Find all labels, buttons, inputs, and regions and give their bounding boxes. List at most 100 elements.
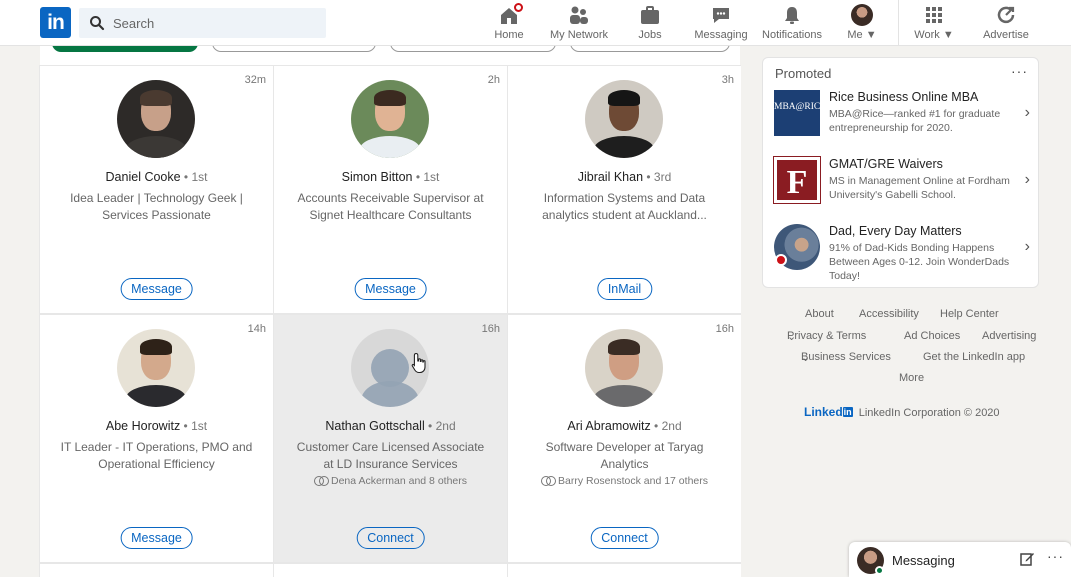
- more-options-icon[interactable]: ···: [1011, 63, 1028, 79]
- nav-jobs-label: Jobs: [638, 29, 662, 41]
- person-card[interactable]: [508, 564, 741, 577]
- linkedin-logo[interactable]: in: [40, 7, 71, 38]
- more-options-icon[interactable]: ···: [1047, 548, 1064, 564]
- grid-icon: [923, 4, 945, 26]
- footer-ad-choices[interactable]: Ad Choices: [904, 330, 960, 342]
- nav-work-label: Work: [914, 29, 940, 41]
- footer-business-services[interactable]: Business Services: [801, 351, 891, 363]
- chevron-right-icon: ›: [1024, 171, 1030, 188]
- message-button[interactable]: Message: [120, 278, 193, 300]
- person-card[interactable]: 16h Nathan Gottschall • 2nd Customer Car…: [274, 315, 507, 562]
- nav-jobs[interactable]: Jobs: [632, 4, 668, 42]
- footer-privacy-terms[interactable]: Privacy & Terms: [787, 330, 866, 342]
- nav-messaging-label: Messaging: [694, 29, 748, 41]
- connect-button[interactable]: Connect: [356, 527, 425, 549]
- caret-down-icon: ▼: [865, 29, 877, 41]
- person-card[interactable]: 14h Abe Horowitz • 1st IT Leader - IT Op…: [40, 315, 273, 562]
- chevron-down-icon: ⌄: [801, 352, 811, 364]
- person-card[interactable]: 3h Jibrail Khan • 3rd Information System…: [508, 66, 741, 313]
- search-input[interactable]: [113, 13, 313, 33]
- person-card[interactable]: [40, 564, 273, 577]
- promoted-title: Promoted: [775, 66, 832, 81]
- caret-down-icon: ▼: [942, 29, 954, 41]
- person-card[interactable]: 2h Simon Bitton • 1st Accounts Receivabl…: [274, 66, 507, 313]
- person-name[interactable]: Daniel Cooke: [106, 170, 181, 184]
- filter-pill[interactable]: [212, 46, 376, 52]
- card-time: 16h: [715, 323, 734, 335]
- person-name[interactable]: Jibrail Khan: [578, 170, 643, 184]
- linkedin-wordmark: Linked: [804, 405, 843, 419]
- mutual-connections[interactable]: Barry Rosenstock and 17 others: [516, 475, 733, 487]
- footer-accessibility[interactable]: Accessibility: [859, 308, 919, 320]
- notification-badge: [775, 254, 787, 266]
- top-nav: in Home My Network Jobs Messaging Notifi…: [0, 0, 1071, 46]
- nav-me-label: Me: [847, 29, 863, 41]
- nav-notifications-label: Notifications: [762, 29, 822, 41]
- nav-messaging[interactable]: Messaging: [692, 4, 750, 42]
- person-name[interactable]: Abe Horowitz: [106, 419, 180, 433]
- chevron-right-icon: ›: [1024, 104, 1030, 121]
- ad-item[interactable]: Dad, Every Day Matters 91% of Dad-Kids B…: [774, 224, 1032, 288]
- person-name[interactable]: Ari Abramowitz: [567, 419, 650, 433]
- filter-bar: [40, 46, 740, 66]
- person-card[interactable]: 32m Daniel Cooke • 1st Idea Leader | Tec…: [40, 66, 273, 313]
- advertise-icon: [995, 4, 1017, 26]
- home-icon: [498, 1, 525, 26]
- card-time: 16h: [481, 323, 500, 335]
- person-card[interactable]: 16h Ari Abramowitz • 2nd Software Develo…: [508, 315, 741, 562]
- person-headline: Idea Leader | Technology Geek | Services…: [70, 191, 243, 222]
- mutual-connections[interactable]: Dena Ackerman and 8 others: [282, 475, 499, 487]
- chat-icon: [710, 4, 732, 26]
- card-time: 2h: [487, 74, 500, 86]
- linkedin-logo-small: in: [842, 407, 853, 417]
- person-card[interactable]: [274, 564, 507, 577]
- mutual-connections-icon: [314, 476, 329, 486]
- connect-button[interactable]: Connect: [590, 527, 659, 549]
- hand-cursor-icon: [411, 352, 426, 374]
- connection-degree: 2nd: [435, 419, 456, 433]
- nav-my-network[interactable]: My Network: [548, 4, 610, 42]
- nav-home[interactable]: Home: [490, 1, 528, 42]
- nav-work[interactable]: Work ▼: [912, 4, 956, 42]
- person-headline: Software Developer at Taryag Analytics: [545, 440, 704, 471]
- profile-photo[interactable]: [351, 80, 429, 158]
- nav-me[interactable]: Me ▼: [844, 4, 880, 42]
- profile-photo[interactable]: [117, 329, 195, 407]
- person-name[interactable]: Simon Bitton: [342, 170, 413, 184]
- nav-notifications[interactable]: Notifications: [760, 4, 824, 42]
- avatar: [851, 4, 873, 26]
- card-time: 3h: [721, 74, 734, 86]
- profile-photo[interactable]: [585, 329, 663, 407]
- person-headline: Information Systems and Data analytics s…: [542, 191, 707, 222]
- profile-photo[interactable]: [117, 80, 195, 158]
- inmail-button[interactable]: InMail: [596, 278, 653, 300]
- footer-advertising[interactable]: Advertising: [982, 330, 1036, 342]
- ad-headline: Rice Business Online MBA: [829, 90, 979, 104]
- footer-get-app[interactable]: Get the LinkedIn app: [923, 351, 1025, 363]
- search-box[interactable]: [79, 8, 326, 38]
- ad-logo: MBA@RICE: [774, 90, 820, 136]
- profile-photo[interactable]: [585, 80, 663, 158]
- filter-pill-active[interactable]: [52, 46, 198, 52]
- ad-item[interactable]: F GMAT/GRE Waivers MS in Management Onli…: [773, 156, 1032, 217]
- filter-pill[interactable]: [390, 46, 556, 52]
- footer-about[interactable]: About: [805, 308, 834, 320]
- nav-advertise-label: Advertise: [983, 29, 1029, 41]
- footer-help-center[interactable]: Help Center: [940, 308, 999, 320]
- chevron-right-icon: ›: [1024, 238, 1030, 255]
- filter-pill[interactable]: [570, 46, 730, 52]
- person-headline: IT Leader - IT Operations, PMO and Opera…: [60, 440, 253, 471]
- message-button[interactable]: Message: [120, 527, 193, 549]
- compose-icon[interactable]: [1019, 551, 1035, 567]
- message-button[interactable]: Message: [354, 278, 427, 300]
- online-status-dot: [875, 566, 884, 575]
- ad-item[interactable]: MBA@RICE Rice Business Online MBA MBA@Ri…: [774, 90, 1032, 150]
- mutual-connections-text: Dena Ackerman and 8 others: [331, 475, 467, 487]
- messaging-overlay[interactable]: Messaging ···: [849, 542, 1071, 577]
- nav-advertise[interactable]: Advertise: [982, 4, 1030, 42]
- person-name[interactable]: Nathan Gottschall: [325, 419, 424, 433]
- messaging-label[interactable]: Messaging: [892, 553, 955, 568]
- ad-headline: Dad, Every Day Matters: [829, 224, 962, 238]
- nav-my-network-label: My Network: [549, 29, 609, 41]
- footer-more[interactable]: More: [899, 372, 924, 384]
